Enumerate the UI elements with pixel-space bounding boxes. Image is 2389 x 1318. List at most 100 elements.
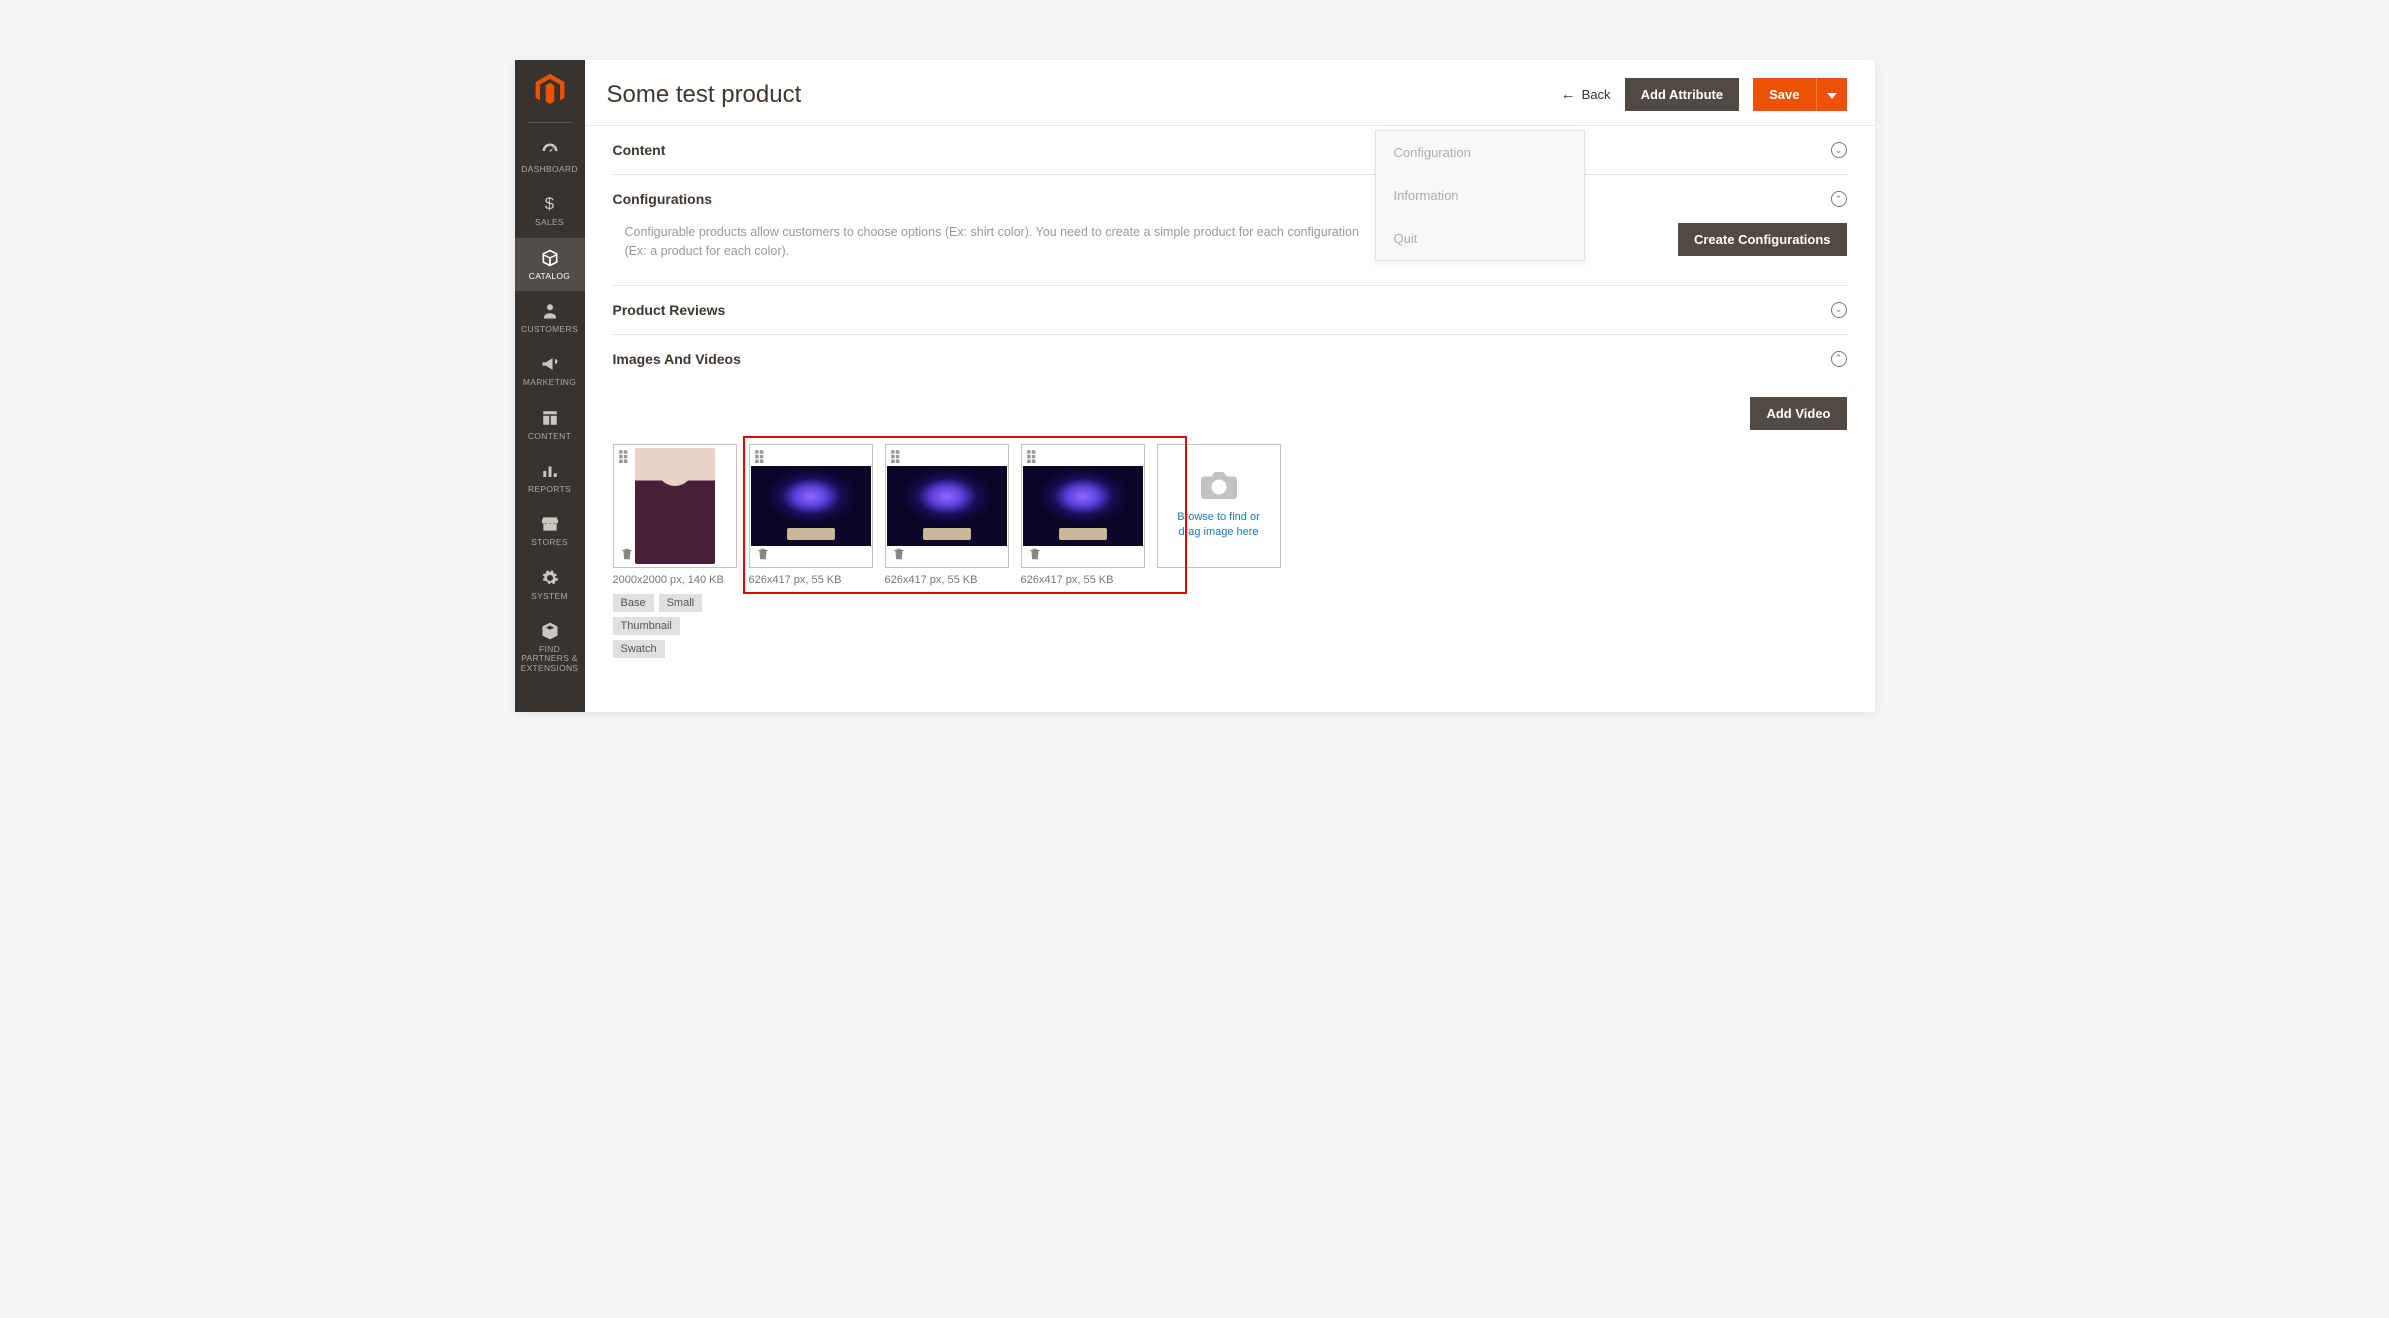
sidebar-item-reports[interactable]: REPORTS <box>515 451 585 504</box>
drag-handle-icon[interactable] <box>890 449 904 463</box>
context-menu-item-configuration[interactable]: Configuration <box>1376 131 1584 174</box>
layout-icon <box>540 408 560 428</box>
sidebar-item-system[interactable]: SYSTEM <box>515 558 585 611</box>
add-attribute-button[interactable]: Add Attribute <box>1625 78 1740 111</box>
sidebar-item-partners[interactable]: FIND PARTNERS & EXTENSIONS <box>515 611 585 683</box>
thumbnail-image <box>751 466 871 546</box>
context-menu-item-information[interactable]: Information <box>1376 174 1584 217</box>
section-header-content[interactable]: Content ⌄ <box>613 126 1847 174</box>
image-tags: Base Small Thumbnail Swatch <box>613 594 737 658</box>
sidebar-item-content[interactable]: CONTENT <box>515 398 585 451</box>
images-row: 2000x2000 px, 140 KB Base Small Thumbnai… <box>613 444 1847 658</box>
sidebar-item-customers[interactable]: CUSTOMERS <box>515 291 585 344</box>
image-role-tag: Base <box>613 594 654 612</box>
section-header-images[interactable]: Images And Videos ⌃ <box>613 335 1847 383</box>
image-thumbnail <box>1021 444 1145 568</box>
header-actions: ← Back Add Attribute Save <box>1561 78 1847 111</box>
sections-container: Content ⌄ Configurations ⌃ Configurable … <box>585 126 1875 712</box>
delete-image-button[interactable] <box>890 545 908 563</box>
section-product-reviews: Product Reviews ⌄ <box>613 286 1847 335</box>
image-thumbnail <box>613 444 737 568</box>
sidebar-item-stores[interactable]: STORES <box>515 504 585 557</box>
gear-icon <box>540 568 560 588</box>
sidebar-item-label: FIND PARTNERS & EXTENSIONS <box>515 645 585 673</box>
image-meta: 626x417 px, 55 KB <box>1021 574 1145 586</box>
box-icon <box>540 248 560 268</box>
triangle-down-icon <box>1827 93 1837 99</box>
sidebar-item-marketing[interactable]: MARKETING <box>515 344 585 397</box>
sidebar-item-label: REPORTS <box>528 485 571 494</box>
image-meta: 626x417 px, 55 KB <box>749 574 873 586</box>
sidebar-item-dashboard[interactable]: DASHBOARD <box>515 131 585 184</box>
images-body: Add Video 2000x2000 px, 140 KB <box>613 383 1847 682</box>
section-title: Content <box>613 142 666 158</box>
dollar-icon: $ <box>540 194 560 214</box>
configurations-description: Configurable products allow customers to… <box>625 223 1385 261</box>
thumbnail-image <box>887 466 1007 546</box>
admin-sidebar: DASHBOARD $ SALES CATALOG CUSTOMERS MARK… <box>515 60 585 712</box>
section-header-configurations[interactable]: Configurations ⌃ <box>613 175 1847 223</box>
add-video-button[interactable]: Add Video <box>1750 397 1846 430</box>
sidebar-item-label: CUSTOMERS <box>521 325 578 334</box>
drag-handle-icon[interactable] <box>1026 449 1040 463</box>
image-thumbnail <box>749 444 873 568</box>
sidebar-item-sales[interactable]: $ SALES <box>515 184 585 237</box>
image-meta: 626x417 px, 55 KB <box>885 574 1009 586</box>
drag-handle-icon[interactable] <box>618 449 632 463</box>
create-configurations-button[interactable]: Create Configurations <box>1678 223 1847 256</box>
storefront-icon <box>540 514 560 534</box>
section-title: Product Reviews <box>613 302 726 318</box>
sidebar-item-label: CATALOG <box>529 272 570 281</box>
magento-logo-icon <box>532 72 568 108</box>
arrow-left-icon: ← <box>1561 86 1576 103</box>
image-thumbnail <box>885 444 1009 568</box>
drag-handle-icon[interactable] <box>754 449 768 463</box>
image-card[interactable]: 626x417 px, 55 KB <box>1021 444 1145 586</box>
delete-image-button[interactable] <box>1026 545 1044 563</box>
delete-image-button[interactable] <box>754 545 772 563</box>
image-card[interactable]: 2000x2000 px, 140 KB Base Small Thumbnai… <box>613 444 737 658</box>
sidebar-item-label: MARKETING <box>523 378 576 387</box>
image-role-tag: Small <box>659 594 703 612</box>
sidebar-item-label: STORES <box>531 538 568 547</box>
section-header-reviews[interactable]: Product Reviews ⌄ <box>613 286 1847 334</box>
chevron-down-icon: ⌄ <box>1831 302 1847 318</box>
upload-image-dropzone[interactable]: Browse to find or drag image here <box>1157 444 1281 568</box>
thumbnail-image <box>635 448 715 564</box>
image-role-tag: Thumbnail <box>613 617 680 635</box>
save-dropdown-toggle[interactable] <box>1816 78 1847 111</box>
save-button[interactable]: Save <box>1753 78 1815 111</box>
page-title: Some test product <box>607 81 802 109</box>
chevron-up-icon: ⌃ <box>1831 351 1847 367</box>
thumbnail-image <box>1023 466 1143 546</box>
section-content: Content ⌄ <box>613 126 1847 175</box>
camera-icon <box>1201 472 1237 500</box>
back-label: Back <box>1582 87 1611 102</box>
sidebar-divider <box>527 122 573 123</box>
bars-icon <box>540 461 560 481</box>
context-menu-item-quit[interactable]: Quit <box>1376 217 1584 260</box>
context-menu: Configuration Information Quit <box>1375 130 1585 261</box>
images-actions: Add Video <box>613 397 1847 430</box>
sidebar-item-label: SALES <box>535 218 564 227</box>
sidebar-item-catalog[interactable]: CATALOG <box>515 238 585 291</box>
sidebar-item-label: DASHBOARD <box>521 165 578 174</box>
back-link[interactable]: ← Back <box>1561 86 1611 103</box>
sidebar-item-label: SYSTEM <box>531 592 568 601</box>
image-meta: 2000x2000 px, 140 KB <box>613 574 737 586</box>
main-content: Some test product ← Back Add Attribute S… <box>585 60 1875 712</box>
section-configurations: Configurations ⌃ Configurable products a… <box>613 175 1847 286</box>
sidebar-item-label: CONTENT <box>528 432 571 441</box>
section-title: Configurations <box>613 191 713 207</box>
image-card[interactable]: 626x417 px, 55 KB <box>749 444 873 586</box>
chevron-down-icon: ⌄ <box>1831 142 1847 158</box>
person-icon <box>540 301 560 321</box>
delete-image-button[interactable] <box>618 545 636 563</box>
image-card[interactable]: 626x417 px, 55 KB <box>885 444 1009 586</box>
dashboard-icon <box>540 141 560 161</box>
page-header: Some test product ← Back Add Attribute S… <box>585 60 1875 126</box>
section-title: Images And Videos <box>613 351 741 367</box>
save-button-group: Save <box>1753 78 1846 111</box>
section-images-videos: Images And Videos ⌃ Add Video <box>613 335 1847 682</box>
chevron-up-icon: ⌃ <box>1831 191 1847 207</box>
